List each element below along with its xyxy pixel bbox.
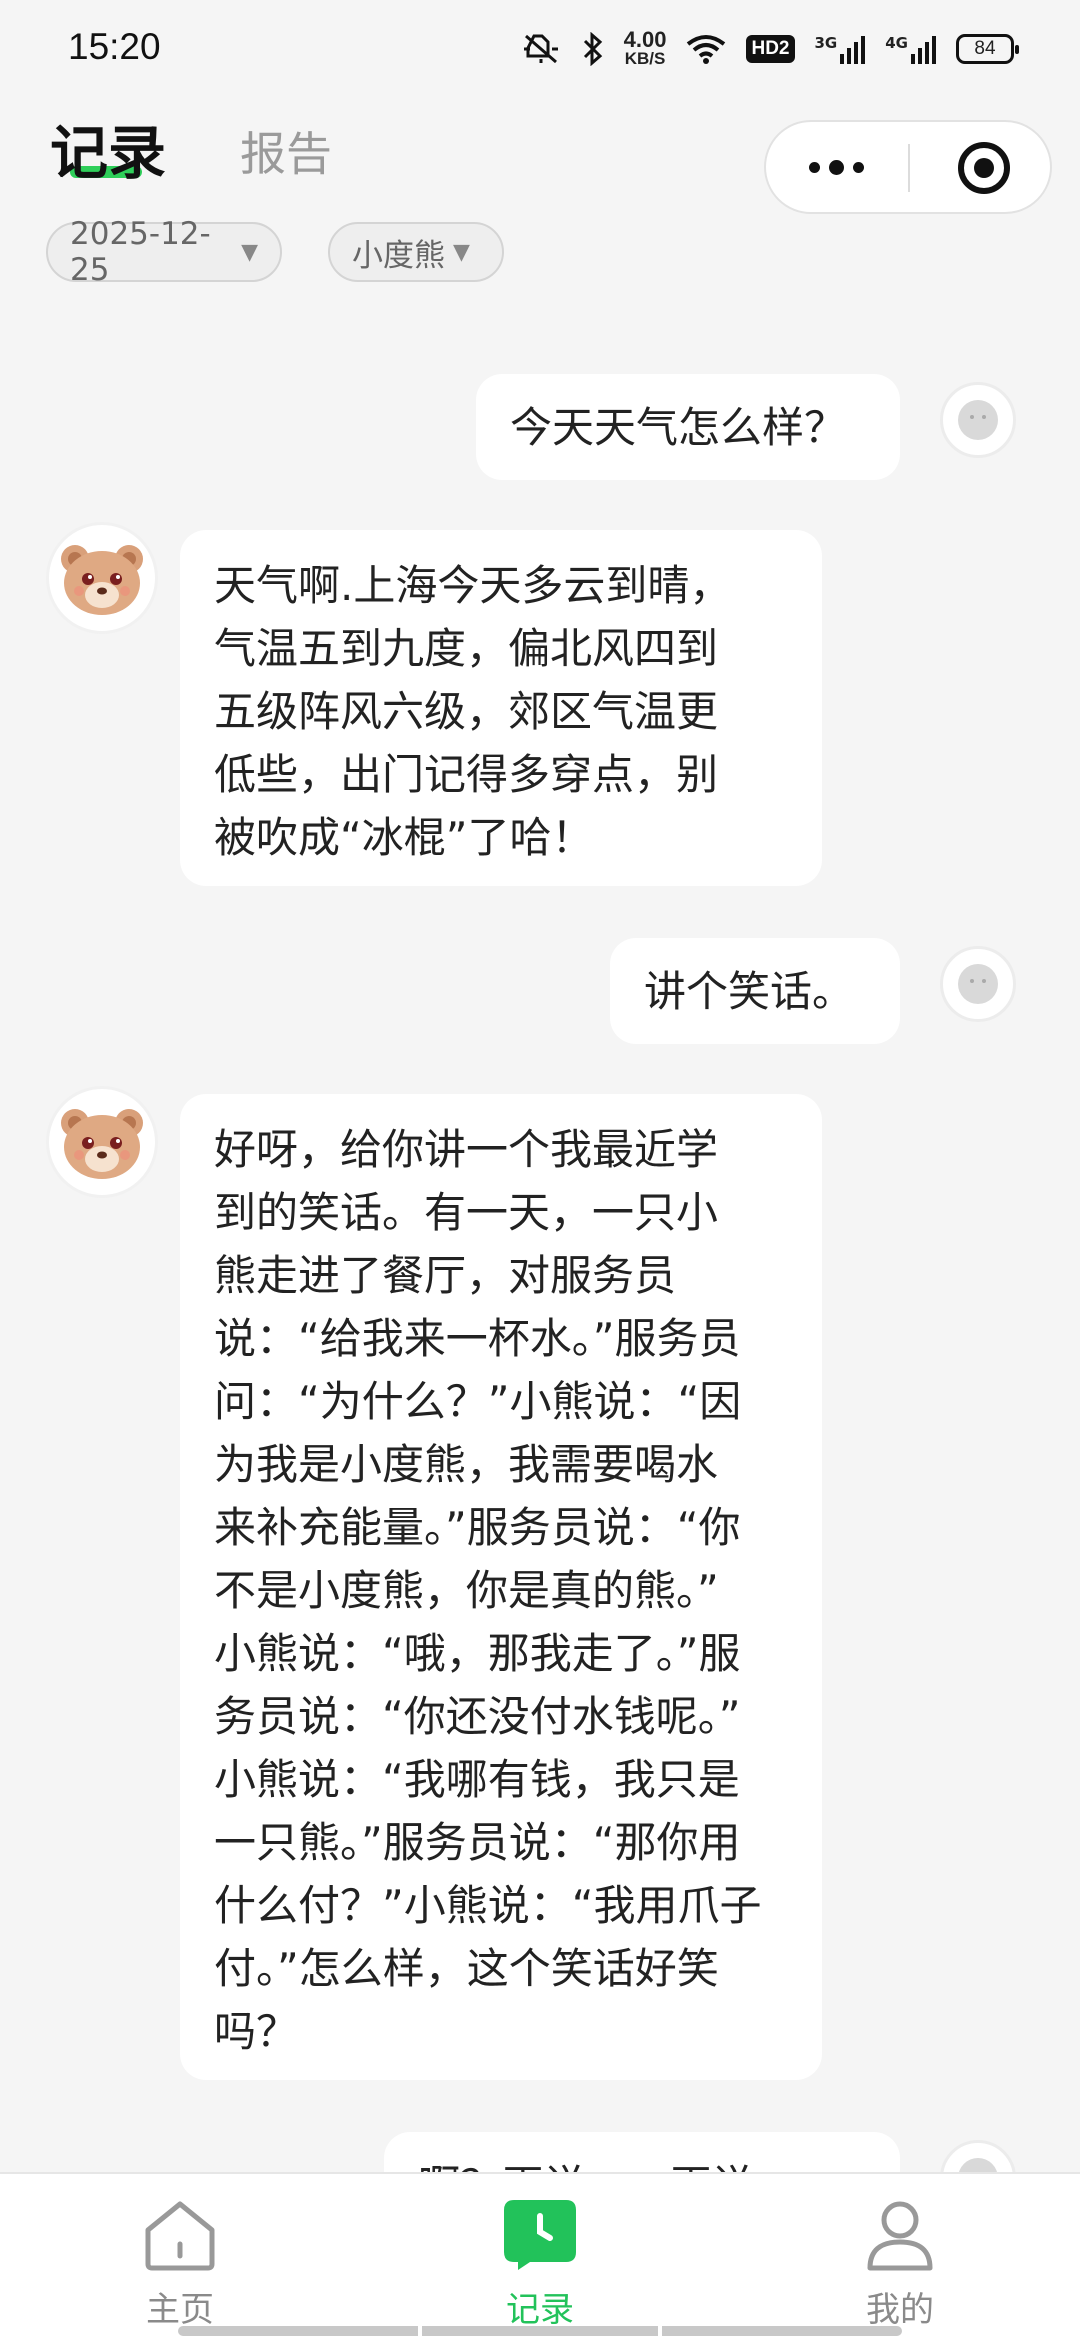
tab-report[interactable]: 报告 bbox=[240, 118, 332, 184]
user-message-text: 讲个笑话。 bbox=[644, 967, 855, 1016]
nav-home[interactable]: 主页 bbox=[80, 2198, 280, 2331]
bot-message-line: 到的笑话。有一天，一只小 bbox=[214, 1188, 719, 1237]
bot-message-line: 吗？ bbox=[214, 2007, 299, 2056]
bottom-tab-bar: 主页 记录 我的 bbox=[0, 2172, 1080, 2342]
nav-mine[interactable]: 我的 bbox=[800, 2198, 1000, 2331]
bot-message-line: 小熊说：“哦，那我走了。”服 bbox=[214, 1629, 741, 1678]
bot-message-line: 被吹成“冰棍”了哈！ bbox=[214, 813, 594, 862]
user-message: 讲个笑话。 bbox=[610, 938, 900, 1044]
date-filter-value: 2025-12-25 bbox=[70, 216, 211, 288]
profile-icon bbox=[867, 2201, 933, 2271]
bot-message-line: 好呀，给你讲一个我最近学 bbox=[214, 1125, 719, 1174]
bot-message-line: 小熊说：“我哪有钱，我只是 bbox=[214, 1755, 740, 1804]
bear-icon bbox=[61, 1109, 143, 1179]
status-icons: 4.00 KB/S HD2 3G 4G 84 bbox=[520, 26, 1019, 72]
bot-message-line: 低些，出门记得多穿点，别 bbox=[214, 750, 719, 799]
net-speed: 4.00 KB/S bbox=[624, 29, 667, 68]
bear-avatar bbox=[46, 1086, 158, 1198]
nav-record[interactable]: 记录 bbox=[440, 2198, 640, 2331]
status-bar: 15:20 4.00 KB/S HD2 3G 4G 84 bbox=[0, 0, 1080, 96]
wifi-icon bbox=[686, 34, 726, 64]
status-time: 15:20 bbox=[68, 26, 161, 67]
bot-message-line: 问：“为什么？”小熊说：“因 bbox=[214, 1377, 742, 1426]
user-avatar bbox=[940, 946, 1016, 1022]
nav-record-label: 记录 bbox=[506, 2290, 574, 2330]
bluetooth-icon bbox=[582, 32, 604, 66]
more-icon[interactable] bbox=[766, 122, 906, 212]
bot-message-line: 为我是小度熊，我需要喝水 bbox=[214, 1440, 719, 1489]
bot-message-line: 一只熊。”服务员说：“那你用 bbox=[214, 1818, 741, 1867]
capsule-divider bbox=[908, 144, 910, 192]
dropdown-caret-icon: ▼ bbox=[453, 239, 470, 265]
bot-message-line: 来补充能量。”服务员说：“你 bbox=[214, 1503, 741, 1552]
signal-icon-2: 4G bbox=[885, 34, 936, 64]
date-filter[interactable]: 2025-12-25 ▼ bbox=[46, 216, 282, 288]
user-message: 今天天气怎么样？ bbox=[476, 374, 900, 480]
record-icon bbox=[504, 2200, 576, 2270]
miniprogram-capsule bbox=[764, 120, 1052, 214]
bear-avatar bbox=[46, 522, 158, 634]
bot-message-line: 五级阵风六级，郊区气温更 bbox=[214, 687, 719, 736]
bot-message-line: 气温五到九度，偏北风四到 bbox=[214, 624, 719, 673]
bot-message-line: 说：“给我来一杯水。”服务员 bbox=[214, 1314, 741, 1363]
net-speed-unit: KB/S bbox=[624, 49, 666, 68]
device-filter-value: 小度熊 bbox=[352, 237, 445, 274]
signal1-label: 3G bbox=[814, 34, 838, 52]
hd-badge: HD2 bbox=[746, 35, 795, 63]
bot-message-line: 熊走进了餐厅，对服务员 bbox=[214, 1251, 677, 1300]
bot-message-line: 不是小度熊，你是真的熊。” bbox=[214, 1566, 719, 1615]
nav-home-label: 主页 bbox=[146, 2290, 214, 2330]
home-icon bbox=[145, 2201, 215, 2271]
user-face-icon bbox=[958, 964, 998, 1004]
bot-message: 好呀，给你讲一个我最近学 到的笑话。有一天，一只小 熊走进了餐厅，对服务员 说：… bbox=[180, 1094, 822, 2080]
bot-message-line: 什么付？”小熊说：“我用爪子 bbox=[214, 1881, 762, 1930]
user-avatar bbox=[940, 382, 1016, 458]
dropdown-caret-icon: ▼ bbox=[241, 239, 258, 265]
battery-icon: 84 bbox=[956, 34, 1019, 64]
nav-mine-label: 我的 bbox=[866, 2290, 934, 2330]
mute-icon bbox=[520, 32, 562, 66]
user-face-icon bbox=[958, 400, 998, 440]
gesture-home-bar[interactable] bbox=[178, 2326, 902, 2336]
tab-record[interactable]: 记录 bbox=[50, 106, 166, 190]
signal-icon: 3G bbox=[815, 34, 866, 64]
bot-message-line: 付。”怎么样，这个笑话好笑 bbox=[214, 1944, 719, 1993]
signal2-label: 4G bbox=[885, 34, 908, 52]
close-miniprogram-icon[interactable] bbox=[958, 142, 1010, 194]
bot-message-line: 天气啊.上海今天多云到晴， bbox=[214, 561, 732, 610]
bot-message-line: 务员说：“你还没付水钱呢。” bbox=[214, 1692, 741, 1741]
device-filter[interactable]: 小度熊 ▼ bbox=[328, 222, 504, 282]
bot-message: 天气啊.上海今天多云到晴， 气温五到九度，偏北风四到 五级阵风六级，郊区气温更 … bbox=[180, 530, 822, 886]
user-message-text: 今天天气怎么样？ bbox=[510, 403, 847, 452]
bear-icon bbox=[61, 545, 143, 615]
